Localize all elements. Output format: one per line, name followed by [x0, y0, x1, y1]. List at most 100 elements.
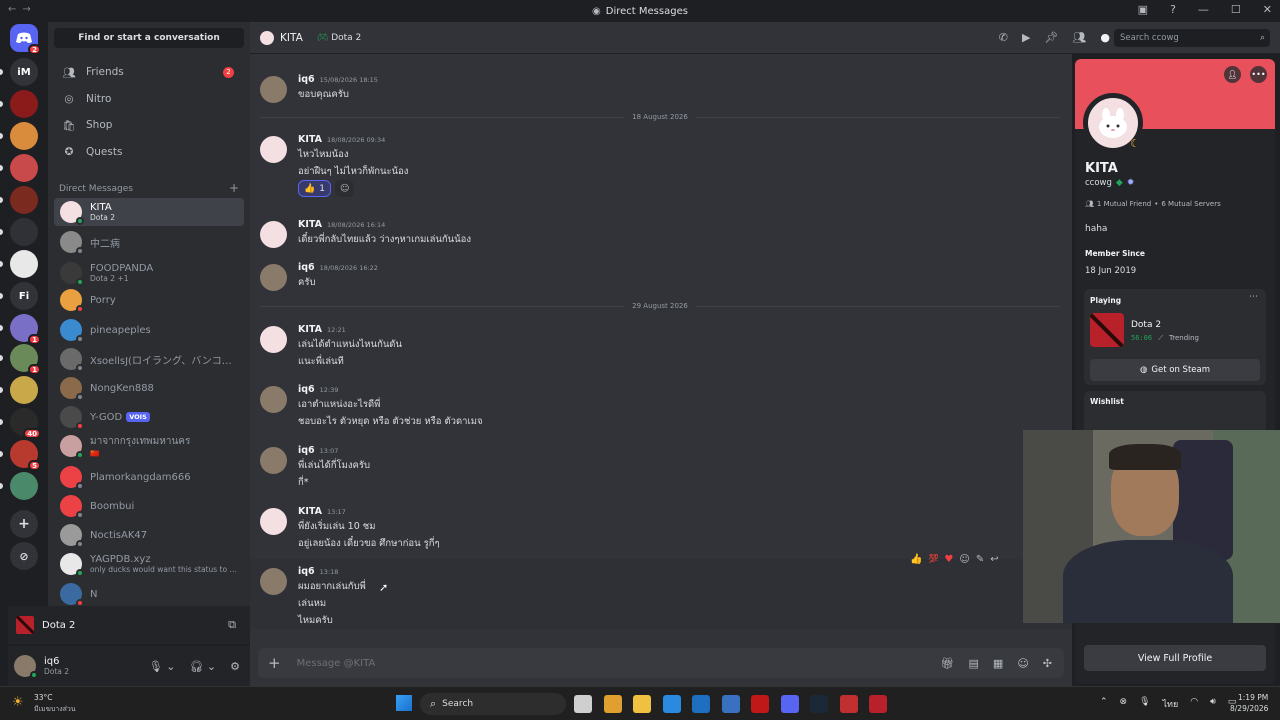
server-icon[interactable] — [10, 472, 38, 500]
message-author[interactable]: KITA — [298, 219, 322, 230]
apps-icon[interactable]: ✣ — [1043, 657, 1052, 670]
mutual-servers[interactable]: 6 Mutual Servers — [1161, 200, 1220, 208]
message-composer[interactable]: + Message @KITA 🎁︎ ▤ ▦ ☺ ✣ — [258, 648, 1064, 678]
playing-more-icon[interactable]: ⋯ — [1249, 292, 1258, 302]
dm-item[interactable]: FOODPANDA Dota 2 +1 — [54, 259, 244, 287]
message-avatar[interactable] — [260, 447, 287, 474]
message-author[interactable]: KITA — [298, 134, 322, 145]
settings-gear-icon[interactable]: ⚙ — [230, 660, 240, 673]
dm-item[interactable]: NongKen888 — [54, 374, 244, 402]
reaction-chip[interactable]: 👍 1 — [298, 180, 331, 197]
taskbar-app-icon[interactable] — [633, 695, 651, 713]
minimize-button[interactable]: — — [1198, 3, 1209, 16]
message-avatar[interactable] — [260, 136, 287, 163]
dm-item[interactable]: XsoellsJ(ロイラング、バンコ… — [54, 345, 244, 373]
taskbar-app-icon[interactable] — [780, 695, 799, 713]
search-box[interactable]: Search ccowg ⌕ — [1114, 28, 1270, 47]
taskbar-app-icon[interactable] — [721, 695, 740, 713]
video-icon[interactable]: ▶ — [1022, 31, 1030, 44]
react-thumbs-icon[interactable]: 👍 — [910, 554, 922, 565]
react-100-icon[interactable]: 💯 — [928, 554, 938, 565]
message-avatar[interactable] — [260, 508, 287, 535]
nav-arrows[interactable]: ←→ — [8, 4, 37, 15]
taskbar-app-icon[interactable] — [603, 695, 622, 713]
taskbar-app-icon[interactable] — [662, 695, 681, 713]
pin-icon[interactable]: 📌︎ — [1044, 31, 1058, 44]
message-author[interactable]: iq6 — [298, 445, 315, 456]
message-input[interactable]: Message @KITA — [297, 658, 376, 669]
message-avatar[interactable] — [260, 76, 287, 103]
call-icon[interactable]: ✆ — [999, 31, 1008, 44]
message-avatar[interactable] — [260, 568, 287, 595]
nav-friends[interactable]: 👥︎ Friends 2 — [54, 60, 244, 84]
message-author[interactable]: iq6 — [298, 566, 315, 577]
message-avatar[interactable] — [260, 221, 287, 248]
mutual-friends[interactable]: 1 Mutual Friend — [1097, 200, 1151, 208]
message-author[interactable]: KITA — [298, 324, 322, 335]
server-icon[interactable] — [10, 250, 38, 278]
nav-shop[interactable]: 🛍︎ Shop — [54, 113, 244, 137]
react-heart-icon[interactable]: ♥ — [944, 554, 953, 565]
taskbar-app-icon[interactable] — [869, 695, 887, 713]
language-indicator[interactable]: ไทย — [1163, 697, 1179, 711]
server-icon[interactable] — [10, 218, 38, 246]
create-dm-icon[interactable]: + — [229, 182, 239, 194]
tray-volume-icon[interactable]: 🔊︎ — [1210, 697, 1216, 711]
find-conversation-button[interactable]: Find or start a conversation — [54, 28, 244, 48]
server-icon[interactable]: 1 — [10, 314, 41, 345]
dm-item[interactable]: Boombui — [54, 492, 244, 520]
weather-temp[interactable]: 33°C — [34, 693, 53, 702]
server-icon[interactable] — [10, 154, 38, 182]
server-icon[interactable] — [10, 186, 38, 214]
inbox-icon[interactable]: ▣ — [1138, 3, 1148, 16]
add-server-button[interactable]: + — [10, 510, 38, 538]
view-full-profile-button[interactable]: View Full Profile — [1084, 645, 1266, 671]
start-icon[interactable] — [396, 695, 412, 711]
server-icon[interactable]: 5 — [10, 440, 41, 471]
add-friend-icon[interactable]: 👥︎ — [1072, 31, 1086, 44]
help-icon[interactable]: ? — [1170, 3, 1176, 16]
gift-icon[interactable]: 🎁︎ — [941, 657, 955, 670]
taskbar-app-icon[interactable] — [839, 695, 858, 713]
server-icon[interactable]: iM — [10, 58, 38, 86]
home-button[interactable]: 2 — [10, 24, 41, 55]
maximize-button[interactable]: ☐ — [1231, 3, 1241, 16]
message-author[interactable]: iq6 — [298, 262, 315, 273]
taskbar-app-icon[interactable] — [810, 695, 828, 713]
mic-icon[interactable]: 🎙︎ ⌄ — [149, 660, 176, 673]
server-icon[interactable] — [10, 90, 38, 118]
discover-button[interactable]: ⊘ — [10, 542, 38, 570]
dm-item[interactable]: KITA Dota 2 — [54, 198, 244, 226]
add-reaction-icon[interactable]: ☺ — [959, 554, 969, 565]
dm-item[interactable]: Porry — [54, 286, 244, 314]
taskbar-app-icon[interactable] — [574, 695, 592, 713]
add-friend-button[interactable]: 👤︎ — [1224, 66, 1241, 83]
more-options-button[interactable]: ••• — [1250, 66, 1267, 83]
dm-item[interactable]: 中二病 — [54, 228, 244, 256]
search-input[interactable]: Search ccowg — [1120, 33, 1179, 43]
stream-icon[interactable]: ⧉ — [228, 618, 236, 632]
tray-chevron-icon[interactable]: ⌃ — [1100, 697, 1108, 711]
message-author[interactable]: iq6 — [298, 74, 315, 85]
nav-nitro[interactable]: ◎ Nitro — [54, 87, 244, 111]
dm-item[interactable]: NoctisAK47 — [54, 521, 244, 549]
edit-icon[interactable]: ✎ — [976, 554, 984, 565]
message-actions-toolbar[interactable]: 👍 💯 ♥ ☺ ✎ ↩ — [910, 554, 999, 565]
message-author[interactable]: KITA — [298, 506, 322, 517]
dm-item[interactable]: Plamorkangdam666 — [54, 463, 244, 491]
clock-time[interactable]: 1:19 PM — [1238, 693, 1268, 702]
server-icon[interactable]: 1 — [10, 344, 41, 375]
message-avatar[interactable] — [260, 326, 287, 353]
taskbar-app-icon[interactable] — [692, 695, 710, 713]
dm-item[interactable]: YAGPDB.xyz only ducks would want this sta… — [54, 550, 244, 578]
get-on-steam-button[interactable]: ◍ Get on Steam — [1090, 359, 1260, 381]
add-reaction-button[interactable]: ☺ — [334, 180, 355, 197]
dm-item[interactable]: N — [54, 580, 244, 606]
taskbar-app-icon[interactable] — [751, 695, 769, 713]
attach-plus-icon[interactable]: + — [268, 654, 281, 672]
server-icon[interactable]: 40 — [10, 408, 41, 439]
server-icon[interactable] — [10, 376, 38, 404]
reply-icon[interactable]: ↩ — [990, 554, 998, 565]
message-avatar[interactable] — [260, 264, 287, 291]
user-avatar[interactable] — [14, 655, 38, 679]
